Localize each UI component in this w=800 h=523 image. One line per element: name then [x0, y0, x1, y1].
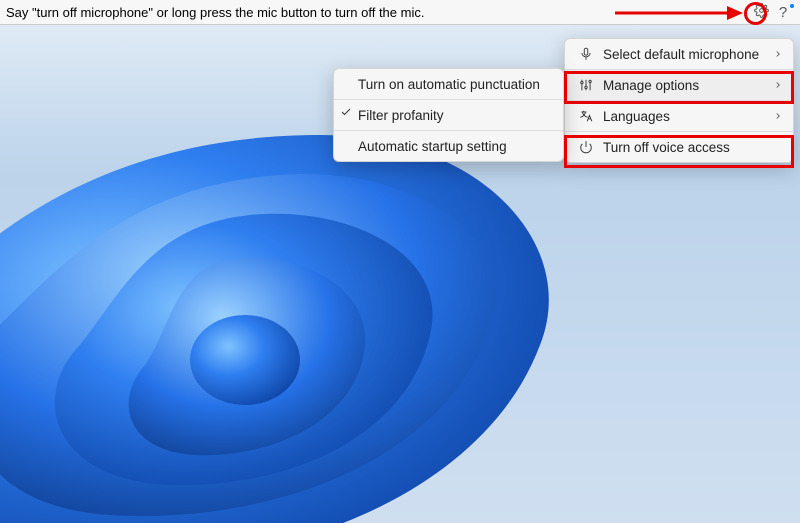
menu-item-select-default-microphone[interactable]: Select default microphone	[565, 39, 793, 69]
notification-dot	[790, 4, 794, 8]
submenu-item-automatic-punctuation[interactable]: Turn on automatic punctuation	[334, 69, 563, 99]
chevron-right-icon	[773, 47, 783, 64]
settings-menu: Select default microphone Manage options…	[564, 38, 794, 163]
sliders-icon	[579, 78, 593, 92]
help-icon: ?	[779, 4, 787, 21]
menu-item-label: Select default microphone	[603, 47, 759, 62]
checkmark-icon	[340, 106, 352, 121]
menu-item-languages[interactable]: Languages	[565, 101, 793, 131]
menu-item-manage-options[interactable]: Manage options	[565, 70, 793, 100]
menu-item-label: Filter profanity	[358, 108, 444, 123]
submenu-item-filter-profanity[interactable]: Filter profanity	[334, 100, 563, 130]
gear-icon	[754, 3, 769, 22]
menu-item-label: Automatic startup setting	[358, 139, 507, 154]
voice-access-topbar: Say "turn off microphone" or long press …	[0, 0, 800, 25]
chevron-right-icon	[773, 109, 783, 126]
menu-item-label: Turn on automatic punctuation	[358, 77, 540, 92]
menu-item-label: Languages	[603, 109, 670, 124]
menu-item-label: Manage options	[603, 78, 699, 93]
language-icon	[579, 109, 593, 123]
power-icon	[579, 140, 593, 154]
menu-item-label: Turn off voice access	[603, 140, 730, 155]
microphone-icon	[579, 47, 593, 61]
status-text: Say "turn off microphone" or long press …	[6, 5, 750, 20]
chevron-right-icon	[773, 78, 783, 95]
menu-item-turn-off-voice-access[interactable]: Turn off voice access	[565, 132, 793, 162]
submenu-item-automatic-startup[interactable]: Automatic startup setting	[334, 131, 563, 161]
manage-options-submenu: Turn on automatic punctuation Filter pro…	[333, 68, 564, 162]
settings-button[interactable]	[750, 1, 772, 23]
